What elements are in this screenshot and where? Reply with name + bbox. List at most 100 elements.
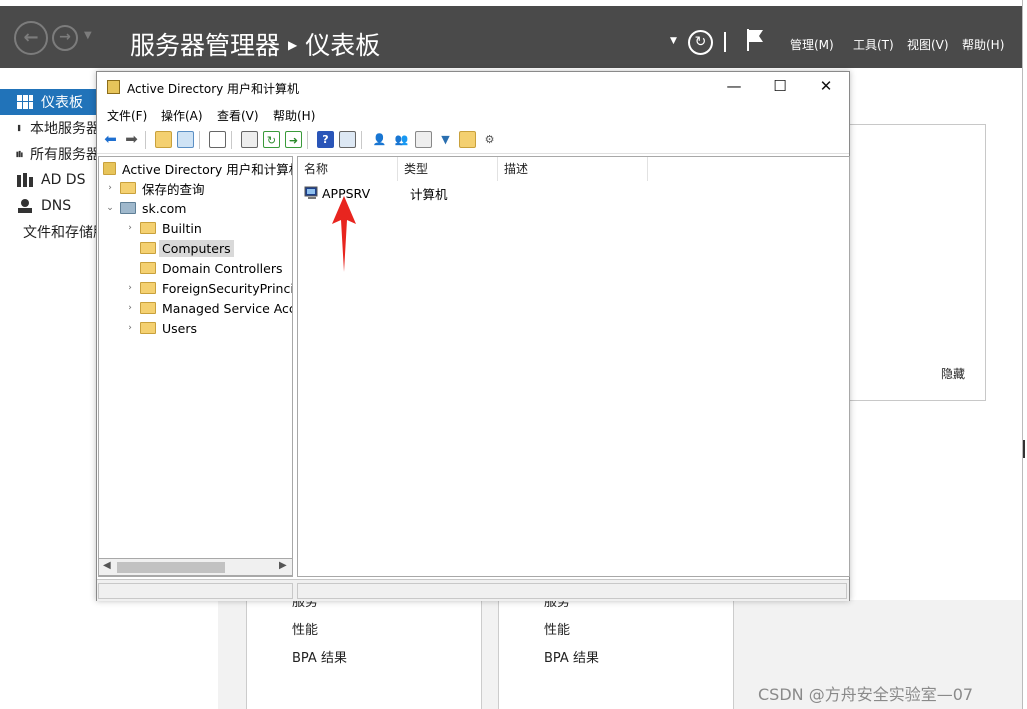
server-manager-sidebar: 仪表板 本地服务器 所有服务器 AD DS DNS 文件和存储服务 [0, 68, 100, 709]
copy-icon[interactable] [209, 131, 226, 148]
add-to-group-icon[interactable]: ⚙ [481, 131, 498, 148]
expand-chevron-icon[interactable]: › [104, 183, 116, 193]
tile-bpa-link[interactable]: BPA 结果 [544, 647, 599, 666]
up-folder-icon[interactable] [155, 131, 172, 148]
breadcrumb-page: 仪表板 [305, 31, 381, 60]
tree-node-label: 保存的查询 [142, 181, 205, 197]
tree-node-label: sk.com [142, 200, 187, 216]
tree-node-managed-service-accounts[interactable]: › Managed Service Accounts [124, 298, 292, 318]
expand-chevron-icon[interactable]: › [124, 283, 136, 293]
breadcrumb-app[interactable]: 服务器管理器 [130, 31, 280, 60]
history-dropdown-icon[interactable]: ▼ [84, 30, 92, 41]
expand-chevron-icon[interactable]: › [124, 303, 136, 313]
server-manager-header: ← → ▼ 服务器管理器 ▶ 仪表板 ▼ ↻ 管理(M) 工具(T) 视图(V) 帮… [0, 6, 1022, 68]
tree-node-label: Computers [159, 239, 234, 257]
close-icon[interactable]: ✕ [803, 72, 849, 102]
tile-performance-link[interactable]: 性能 [292, 619, 318, 638]
scrollbar-thumb[interactable] [117, 562, 225, 573]
sidebar-item-label: 本地服务器 [30, 121, 100, 137]
tree-node-computers[interactable]: Computers [124, 238, 234, 258]
tree-node-saved-queries[interactable]: › 保存的查询 [104, 178, 205, 198]
tile-bpa-link[interactable]: BPA 结果 [292, 647, 347, 666]
tree-node-label: ForeignSecurityPrincipals [162, 280, 293, 296]
back-arrow-icon[interactable]: ← [14, 21, 48, 55]
domain-icon [120, 202, 136, 214]
back-arrow-icon[interactable]: ⬅ [102, 131, 119, 148]
tree-node-foreign-security-principals[interactable]: › ForeignSecurityPrincipals [124, 278, 293, 298]
toolbar-separator [361, 131, 362, 149]
show-console-icon[interactable] [339, 131, 356, 148]
breadcrumb-separator-icon: ▶ [288, 38, 298, 52]
scroll-marker [1023, 440, 1025, 458]
tree-node-builtin[interactable]: › Builtin [124, 218, 202, 238]
list-item[interactable]: APPSRV 计算机 [304, 183, 844, 203]
server-icon [17, 124, 21, 132]
sidebar-item-all-servers[interactable]: 所有服务器 [0, 141, 100, 167]
aduc-titlebar[interactable]: Active Directory 用户和计算机 — ☐ ✕ [97, 72, 849, 102]
show-tree-icon[interactable] [177, 131, 194, 148]
menu-view[interactable]: 视图(V) [907, 36, 949, 53]
properties-icon[interactable] [241, 131, 258, 148]
aduc-root-icon [103, 161, 116, 175]
breadcrumb-dropdown-icon[interactable]: ▼ [670, 36, 677, 46]
filter-icon[interactable]: ▼ [437, 131, 454, 148]
expand-chevron-icon[interactable]: › [124, 323, 136, 333]
welcome-panel [848, 124, 986, 401]
find-icon[interactable] [459, 131, 476, 148]
notifications-flag-icon[interactable] [746, 28, 764, 52]
menu-tools[interactable]: 工具(T) [853, 36, 894, 53]
new-user-icon[interactable]: 👤 [371, 131, 388, 148]
scroll-right-icon[interactable]: ▶ [279, 560, 287, 571]
row-type: 计算机 [410, 186, 448, 202]
forward-arrow-icon[interactable]: → [52, 25, 78, 51]
menu-help[interactable]: 帮助(H) [962, 36, 1004, 53]
sidebar-item-local-server[interactable]: 本地服务器 [0, 115, 100, 141]
column-header-name[interactable]: 名称 [298, 157, 398, 181]
scroll-left-icon[interactable]: ◀ [103, 560, 111, 571]
column-header-type[interactable]: 类型 [398, 157, 498, 181]
column-header-description[interactable]: 描述 [498, 157, 648, 181]
menu-action[interactable]: 操作(A) [161, 107, 203, 124]
tree-node-label: Managed Service Accounts [162, 300, 292, 316]
folder-icon [140, 322, 156, 334]
folder-icon [140, 262, 156, 274]
sidebar-item-label: 仪表板 [41, 95, 83, 111]
tree-node-users[interactable]: › Users [124, 318, 197, 338]
menu-help[interactable]: 帮助(H) [273, 107, 315, 124]
aduc-app-icon [107, 80, 120, 94]
aduc-window: Active Directory 用户和计算机 — ☐ ✕ 文件(F) 操作(A… [96, 71, 850, 601]
collapse-chevron-icon[interactable]: ⌄ [104, 203, 116, 213]
help-icon[interactable]: ? [317, 131, 334, 148]
hide-welcome-link[interactable]: 隐藏 [941, 365, 965, 382]
tree-root[interactable]: Active Directory 用户和计算机 [103, 158, 292, 178]
refresh-icon[interactable]: ↻ [688, 30, 713, 55]
tree-node-label: Domain Controllers [162, 260, 283, 276]
new-ou-icon[interactable] [415, 131, 432, 148]
tree-node-domain[interactable]: ⌄ sk.com [104, 198, 186, 218]
tree-node-label: Users [162, 320, 198, 336]
computer-icon [304, 186, 318, 199]
forward-arrow-icon[interactable]: ➡ [123, 131, 140, 148]
folder-icon [120, 182, 136, 194]
tree-horizontal-scrollbar[interactable]: ◀ ▶ [98, 558, 293, 576]
aduc-statusbar [97, 579, 849, 601]
new-group-icon[interactable]: 👥 [393, 131, 410, 148]
sidebar-item-file-storage[interactable]: 文件和存储服务 [0, 219, 100, 245]
menu-view[interactable]: 查看(V) [217, 107, 259, 124]
minimize-icon[interactable]: — [711, 72, 757, 102]
role-tile-1: 服务 性能 BPA 结果 [246, 595, 482, 709]
export-list-icon[interactable]: ➜ [285, 131, 302, 148]
refresh-icon[interactable]: ↻ [263, 131, 280, 148]
servers-icon [16, 150, 23, 158]
sidebar-item-dns[interactable]: DNS [0, 193, 100, 219]
menu-file[interactable]: 文件(F) [107, 107, 147, 124]
annotation-arrow-icon [332, 196, 356, 272]
menu-manage[interactable]: 管理(M) [790, 36, 834, 53]
tree-node-domain-controllers[interactable]: Domain Controllers [124, 258, 282, 278]
console-tree: Active Directory 用户和计算机 › 保存的查询 ⌄ sk.com… [98, 156, 293, 577]
maximize-icon[interactable]: ☐ [757, 72, 803, 102]
expand-chevron-icon[interactable]: › [124, 223, 136, 233]
sidebar-item-dashboard[interactable]: 仪表板 [0, 89, 100, 115]
tile-performance-link[interactable]: 性能 [544, 619, 570, 638]
sidebar-item-ad-ds[interactable]: AD DS [0, 167, 100, 193]
